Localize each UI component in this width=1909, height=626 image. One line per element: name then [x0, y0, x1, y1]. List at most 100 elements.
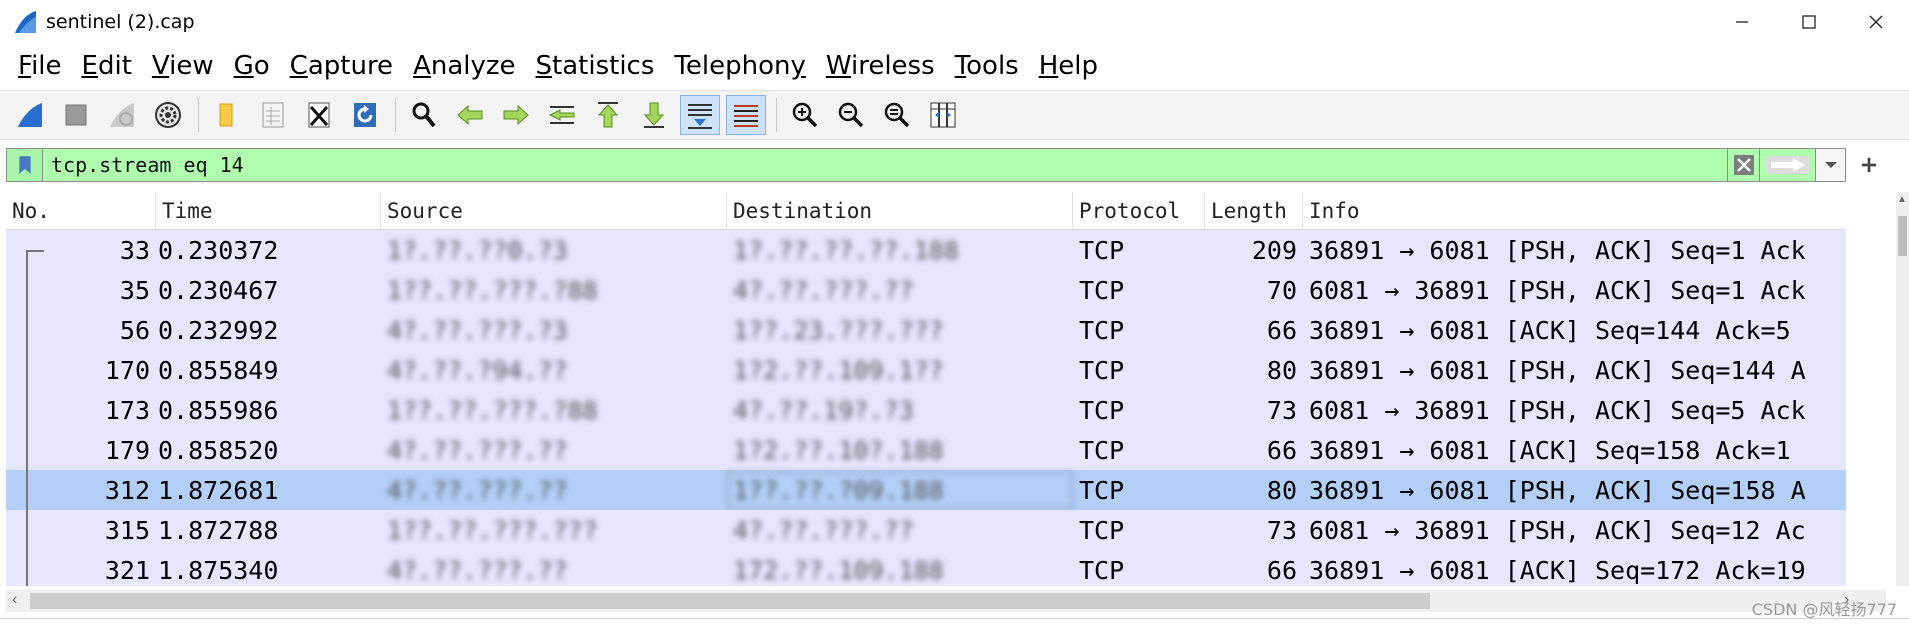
column-header-length[interactable]: Length	[1205, 192, 1303, 230]
menu-wireless[interactable]: Wireless	[826, 51, 935, 81]
conversation-start-marker	[26, 250, 44, 252]
column-header-info[interactable]: Info	[1303, 192, 1846, 230]
zoom-out-button[interactable]	[831, 95, 871, 135]
go-to-packet-button[interactable]	[542, 95, 582, 135]
close-file-button[interactable]	[299, 95, 339, 135]
resize-columns-button[interactable]	[923, 95, 963, 135]
go-forward-button[interactable]	[496, 95, 536, 135]
minimize-icon	[1735, 21, 1748, 23]
zoom-in-button[interactable]	[785, 95, 825, 135]
table-row[interactable]: 170 0.855849 4?.??.?94.?? 1?2.??.109.1?? TCP…	[6, 350, 1846, 390]
start-capture-button[interactable]	[10, 95, 50, 135]
filter-bookmark-button[interactable]	[6, 148, 42, 182]
go-to-last-packet-button[interactable]	[634, 95, 674, 135]
close-document-icon	[308, 102, 330, 128]
column-header-no[interactable]: No.	[6, 192, 156, 230]
packet-time: 0.858520	[158, 435, 279, 465]
auto-scroll-button[interactable]	[680, 95, 720, 135]
auto-scroll-icon	[688, 104, 712, 129]
table-row[interactable]: 179 0.858520 4?.??.???.?? 1?2.??.10?.188 TCP…	[6, 430, 1846, 470]
clear-filter-button[interactable]	[1728, 148, 1760, 182]
packet-source: 4?.??.?94.??	[387, 355, 568, 385]
menu-label-rest: ile	[31, 51, 62, 81]
scroll-up-icon[interactable]: ▲	[1897, 194, 1907, 205]
table-row[interactable]: 33 0.230372 1?.??.??0.?3 1?.??.??.??.188 TCP…	[6, 230, 1846, 270]
packet-time: 0.232992	[158, 315, 279, 345]
menu-help[interactable]: Help	[1039, 51, 1098, 81]
window-title: sentinel (2).cap	[46, 11, 195, 33]
table-row[interactable]: 312 1.872681 4?.??.???.?? 1??.??.?09.188 TCP…	[6, 470, 1846, 510]
folder-icon	[219, 103, 233, 127]
menu-bar: File Edit View Go Capture Analyze Statistics Te…	[0, 44, 1909, 88]
packet-protocol: TCP	[1079, 355, 1125, 385]
packet-length: 73	[1266, 515, 1297, 545]
minimize-button[interactable]	[1708, 0, 1775, 44]
menu-accelerator: A	[413, 51, 431, 81]
menu-accelerator: F	[18, 51, 32, 81]
menu-telephony[interactable]: Telephony	[674, 51, 805, 81]
menu-view[interactable]: View	[152, 51, 214, 81]
menu-edit[interactable]: Edit	[82, 51, 132, 81]
packet-list-header: No. Time Source Destination Protocol Len…	[6, 192, 1846, 230]
reload-file-button[interactable]	[345, 95, 385, 135]
filter-history-dropdown[interactable]	[1816, 148, 1846, 182]
vertical-scrollbar[interactable]: ▲	[1896, 192, 1909, 586]
horizontal-scrollbar[interactable]: ‹ ›	[6, 590, 1886, 612]
packet-source: 1??.??.???.?88	[387, 395, 598, 425]
menu-label-rest: apture	[307, 51, 394, 81]
table-row[interactable]: 321 1.875340 4?.??.???.?? 172.??.109.188 TCP…	[6, 550, 1846, 586]
horizontal-scroll-thumb[interactable]	[30, 593, 1430, 609]
menu-accelerator: C	[289, 51, 308, 81]
packet-info: 36891 → 6081 [PSH, ACK] Seq=1 Ack	[1309, 235, 1806, 265]
menu-capture[interactable]: Capture	[290, 51, 393, 81]
capture-options-button[interactable]	[148, 95, 188, 135]
apply-filter-button[interactable]	[1760, 148, 1816, 182]
menu-label-rest: o	[253, 51, 270, 81]
scroll-left-icon[interactable]: ‹	[12, 591, 17, 609]
menu-analyze[interactable]: Analyze	[413, 51, 515, 81]
add-filter-button-plus[interactable]	[1852, 148, 1886, 182]
table-row[interactable]: 315 1.872788 1??.??.???.??? 4?.??.???.?? TCP…	[6, 510, 1846, 550]
packet-source: 4?.??.???.??	[387, 475, 568, 505]
packet-length: 80	[1266, 475, 1297, 505]
vertical-scroll-thumb[interactable]	[1898, 216, 1907, 256]
stop-capture-button[interactable]	[56, 95, 96, 135]
column-header-destination[interactable]: Destination	[727, 192, 1073, 230]
maximize-button[interactable]	[1775, 0, 1842, 44]
restart-capture-button[interactable]	[102, 95, 142, 135]
conversation-line	[26, 270, 28, 310]
menu-tools[interactable]: Tools	[955, 51, 1019, 81]
find-packet-button[interactable]	[404, 95, 444, 135]
normal-size-button[interactable]	[877, 95, 917, 135]
packet-protocol: TCP	[1079, 395, 1125, 425]
column-header-protocol[interactable]: Protocol	[1073, 192, 1205, 230]
column-header-time[interactable]: Time	[156, 192, 381, 230]
display-filter-input[interactable]: tcp.stream eq 14	[42, 148, 1728, 182]
menu-go[interactable]: Go	[234, 51, 270, 81]
packet-protocol: TCP	[1079, 475, 1125, 505]
window-controls	[1708, 0, 1909, 44]
packet-time: 1.875340	[158, 555, 279, 585]
arrow-left-icon	[457, 104, 483, 126]
packet-length: 73	[1266, 395, 1297, 425]
packet-destination: 172.??.109.188	[733, 555, 944, 585]
packet-destination: 4?.??.???.??	[733, 275, 914, 305]
save-file-button[interactable]	[253, 95, 293, 135]
table-row[interactable]: 173 0.855986 1??.??.???.?88 4?.??.19?.?3 TCP…	[6, 390, 1846, 430]
packet-protocol: TCP	[1079, 235, 1125, 265]
menu-statistics[interactable]: Statistics	[536, 51, 655, 81]
go-to-first-packet-button[interactable]	[588, 95, 628, 135]
jump-to-packet-icon	[548, 106, 575, 124]
menu-label-rest: tatistics	[552, 51, 655, 81]
table-row[interactable]: 56 0.232992 4?.??.???.?3 1??.23.???.??? TCP 6…	[6, 310, 1846, 350]
go-back-button[interactable]	[450, 95, 490, 135]
maximize-icon	[1801, 15, 1816, 29]
table-row[interactable]: 35 0.230467 1??.??.???.?88 4?.??.???.?? TCP 7…	[6, 270, 1846, 310]
menu-file[interactable]: File	[18, 51, 62, 81]
packet-length: 66	[1266, 435, 1297, 465]
column-header-source[interactable]: Source	[381, 192, 727, 230]
open-file-button[interactable]	[207, 95, 247, 135]
colorize-list-button[interactable]	[726, 95, 766, 135]
menu-label-rest: ireless	[851, 51, 935, 81]
close-button[interactable]	[1842, 0, 1909, 44]
